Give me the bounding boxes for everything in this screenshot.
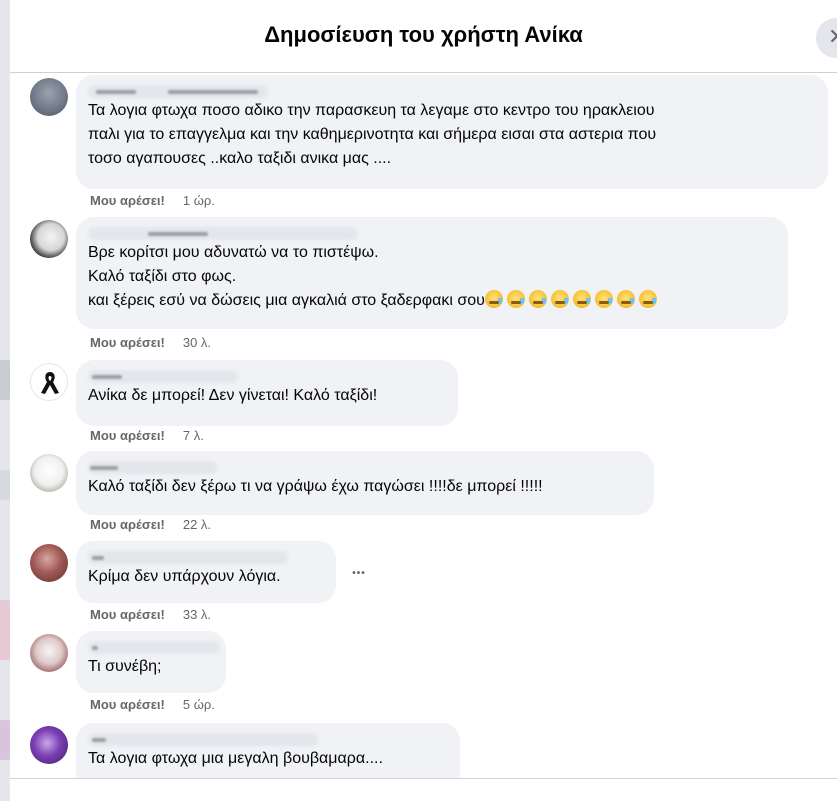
comment-line: Βρε κορίτσι μου αδυνατώ να το πιστέψω. (88, 244, 379, 261)
author-name-redacted[interactable] (88, 641, 220, 655)
comment-text: Καλό ταξίδι δεν ξέρω τι να γράψω έχω παγ… (88, 478, 543, 495)
crying-face-emoji (572, 290, 591, 308)
author-name-redacted[interactable] (88, 461, 642, 475)
close-icon: ✕ (828, 24, 837, 50)
comment-text: Ανίκα δε μπορεί! Δεν γίνεται! Καλό ταξίδ… (88, 387, 378, 404)
author-name-redacted[interactable] (88, 733, 448, 747)
comment-text: Βρε κορίτσι μου αδυνατώ να το πιστέψω. Κ… (88, 241, 776, 313)
like-button[interactable]: Μου αρέσει! (90, 697, 165, 712)
like-button[interactable]: Μου αρέσει! (90, 428, 165, 443)
background-page-edge (0, 0, 10, 801)
like-button[interactable]: Μου αρέσει! (90, 517, 165, 532)
comment-timestamp[interactable]: 22 λ. (183, 517, 211, 532)
comment-bubble: Καλό ταξίδι δεν ξέρω τι να γράψω έχω παγ… (76, 451, 654, 515)
comment-line: και ξέρεις εσύ να δώσεις μια αγκαλιά στο… (88, 292, 485, 309)
crying-face-emoji (528, 290, 547, 308)
avatar[interactable] (30, 726, 68, 764)
comment-bubble: Βρε κορίτσι μου αδυνατώ να το πιστέψω. Κ… (76, 217, 788, 329)
comment-line: Καλό ταξίδι στο φως. (88, 268, 237, 285)
avatar[interactable] (30, 220, 68, 258)
like-button[interactable]: Μου αρέσει! (90, 193, 165, 208)
comment-options-button[interactable]: ••• (343, 557, 375, 589)
like-button[interactable]: Μου αρέσει! (90, 607, 165, 622)
avatar[interactable] (30, 78, 68, 116)
more-icon: ••• (352, 568, 366, 579)
crying-face-emoji (550, 290, 569, 308)
comment-actions: Μου αρέσει! 30 λ. (90, 335, 211, 350)
comment-text: Τα λογια φτωχα ποσο αδικο την παρασκευη … (88, 102, 657, 167)
background-blur (0, 360, 10, 400)
comment-text: Τι συνέβη; (88, 658, 162, 675)
dialog-header: Δημοσίευση του χρήστη Ανίκα ✕ (10, 0, 837, 73)
avatar[interactable] (30, 544, 68, 582)
crying-face-emoji (638, 290, 657, 308)
crying-face-emoji (506, 290, 525, 308)
comment-text: Τα λογια φτωχα μια μεγαλη βουβαμαρα.... (88, 750, 383, 767)
comment-timestamp[interactable]: 5 ώρ. (183, 697, 215, 712)
comment-bubble: Τι συνέβη; (76, 631, 226, 693)
background-blur (0, 600, 10, 660)
like-button[interactable]: Μου αρέσει! (90, 335, 165, 350)
emoji-group (484, 290, 657, 309)
comment-text: Κρίμα δεν υπάρχουν λόγια. (88, 568, 281, 585)
post-dialog: Δημοσίευση του χρήστη Ανίκα ✕ Τα λογια φ… (10, 0, 837, 801)
crying-face-emoji (594, 290, 613, 308)
comment-timestamp[interactable]: 33 λ. (183, 607, 211, 622)
comment-timestamp[interactable]: 30 λ. (183, 335, 211, 350)
comment-actions: Μου αρέσει! 22 λ. (90, 517, 211, 532)
crying-face-emoji (484, 290, 503, 308)
dialog-title: Δημοσίευση του χρήστη Ανίκα (264, 22, 583, 47)
crying-face-emoji (616, 290, 635, 308)
comment-actions: Μου αρέσει! 5 ώρ. (90, 697, 215, 712)
composer-area[interactable] (10, 779, 837, 801)
comment-bubble: Ανίκα δε μπορεί! Δεν γίνεται! Καλό ταξίδ… (76, 360, 458, 426)
avatar[interactable] (30, 634, 68, 672)
comment-bubble: Τα λογια φτωχα ποσο αδικο την παρασκευη … (76, 75, 828, 189)
avatar[interactable] (30, 454, 68, 492)
comment-timestamp[interactable]: 7 λ. (183, 428, 204, 443)
black-ribbon-icon (41, 372, 59, 394)
comment-actions: Μου αρέσει! 1 ώρ. (90, 193, 215, 208)
background-blur (0, 470, 10, 500)
background-blur (0, 720, 10, 760)
author-name-redacted[interactable] (88, 551, 324, 565)
author-name-redacted[interactable] (88, 370, 446, 384)
author-name-redacted[interactable] (88, 85, 816, 99)
avatar[interactable] (30, 363, 68, 401)
comment-timestamp[interactable]: 1 ώρ. (183, 193, 215, 208)
comment-actions: Μου αρέσει! 7 λ. (90, 428, 204, 443)
author-name-redacted[interactable] (88, 227, 776, 241)
comment-actions: Μου αρέσει! 33 λ. (90, 607, 211, 622)
comment-list[interactable]: Τα λογια φτωχα ποσο αδικο την παρασκευη … (10, 73, 837, 801)
comment-bubble: Κρίμα δεν υπάρχουν λόγια. (76, 541, 336, 603)
